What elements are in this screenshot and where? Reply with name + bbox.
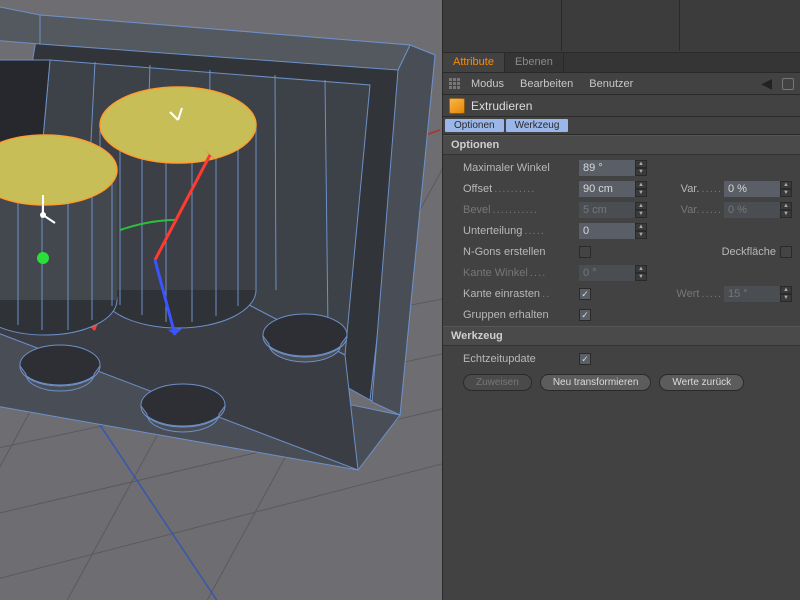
label-max-winkel: Maximaler Winkel xyxy=(463,162,575,174)
spinner-unterteilung[interactable]: ▲▼ xyxy=(635,223,647,239)
tool-header: Extrudieren xyxy=(443,95,800,117)
input-wert xyxy=(724,286,780,302)
row-max-winkel: Maximaler Winkel ▲▼ xyxy=(463,159,792,177)
spinner-kante-winkel: ▲▼ xyxy=(635,265,647,281)
checkbox-kante-einrasten[interactable]: ✓ xyxy=(579,288,591,300)
drag-handle-icon[interactable] xyxy=(449,78,461,90)
subtab-optionen[interactable]: Optionen xyxy=(445,119,504,132)
label-offset-var: Var. . . . . . xyxy=(681,183,720,195)
button-neu-transformieren[interactable]: Neu transformieren xyxy=(540,374,652,391)
checkbox-ngons[interactable] xyxy=(579,246,591,258)
subtabs: Optionen Werkzeug xyxy=(443,117,800,135)
lock-icon[interactable] xyxy=(782,78,794,90)
row-echtzeit: Echtzeitupdate ✓ xyxy=(463,350,792,368)
tab-attribute[interactable]: Attribute xyxy=(443,53,505,72)
panel-menubar: Modus Bearbeiten Benutzer ◀ xyxy=(443,73,800,95)
button-zuweisen[interactable]: Zuweisen xyxy=(463,374,532,391)
menu-bearbeiten[interactable]: Bearbeiten xyxy=(514,78,579,90)
row-offset: Offset . . . . . . . . . . ▲▼ Var. . . .… xyxy=(463,180,792,198)
input-kante-winkel xyxy=(579,265,635,281)
cylinder-left xyxy=(0,135,117,335)
tab-ebenen[interactable]: Ebenen xyxy=(505,53,564,72)
input-bevel-var xyxy=(724,202,780,218)
viewport-3d[interactable] xyxy=(0,0,442,600)
label-bevel: Bevel . . . . . . . . . . . xyxy=(463,204,575,216)
label-deckflaeche: Deckfläche xyxy=(722,246,776,258)
spinner-offset[interactable]: ▲▼ xyxy=(635,181,647,197)
checkbox-echtzeit[interactable]: ✓ xyxy=(579,353,591,365)
input-bevel xyxy=(579,202,635,218)
input-max-winkel[interactable] xyxy=(579,160,635,176)
input-offset-var[interactable] xyxy=(724,181,780,197)
row-ngons: N-Gons erstellen Deckfläche xyxy=(463,243,792,261)
panel-top-slots xyxy=(443,0,800,53)
label-wert: Wert . . . . . xyxy=(676,288,720,300)
extrude-tool-icon xyxy=(449,98,465,114)
label-ngons: N-Gons erstellen xyxy=(463,246,575,258)
input-unterteilung[interactable] xyxy=(579,223,635,239)
label-unterteilung: Unterteilung . . . . . xyxy=(463,225,575,237)
label-kante-einrasten: Kante einrasten . . xyxy=(463,288,575,300)
spinner-bevel: ▲▼ xyxy=(635,202,647,218)
spinner-max-winkel[interactable]: ▲▼ xyxy=(635,160,647,176)
menu-benutzer[interactable]: Benutzer xyxy=(583,78,639,90)
checkbox-deckflaeche[interactable] xyxy=(780,246,792,258)
row-bevel: Bevel . . . . . . . . . . . ▲▼ Var. . . … xyxy=(463,201,792,219)
row-unterteilung: Unterteilung . . . . . ▲▼ xyxy=(463,222,792,240)
label-gruppen: Gruppen erhalten xyxy=(463,309,575,321)
row-kante-einrasten: Kante einrasten . . ✓ Wert . . . . . ▲▼ xyxy=(463,285,792,303)
section-optionen: Optionen xyxy=(443,135,800,155)
label-bevel-var: Var. . . . . . xyxy=(681,204,720,216)
button-werte-zurueck[interactable]: Werte zurück xyxy=(659,374,744,391)
spinner-bevel-var: ▲▼ xyxy=(780,202,792,218)
subtab-werkzeug[interactable]: Werkzeug xyxy=(506,119,569,132)
label-kante-winkel: Kante Winkel . . . . xyxy=(463,267,575,279)
spinner-wert: ▲▼ xyxy=(780,286,792,302)
input-offset[interactable] xyxy=(579,181,635,197)
label-echtzeit: Echtzeitupdate xyxy=(463,353,575,365)
row-gruppen: Gruppen erhalten ✓ xyxy=(463,306,792,324)
section-werkzeug: Werkzeug xyxy=(443,326,800,346)
attribute-panel: Attribute Ebenen Modus Bearbeiten Benutz… xyxy=(442,0,800,600)
menu-modus[interactable]: Modus xyxy=(465,78,510,90)
row-kante-winkel: Kante Winkel . . . . ▲▼ xyxy=(463,264,792,282)
spinner-offset-var[interactable]: ▲▼ xyxy=(780,181,792,197)
werkzeug-buttons: Zuweisen Neu transformieren Werte zurück xyxy=(443,370,800,395)
tool-name: Extrudieren xyxy=(471,99,532,113)
panel-tabs: Attribute Ebenen xyxy=(443,53,800,73)
checkbox-gruppen[interactable]: ✓ xyxy=(579,309,591,321)
cylinder-right xyxy=(100,87,256,328)
label-offset: Offset . . . . . . . . . . xyxy=(463,183,575,195)
nav-back-icon[interactable]: ◀ xyxy=(761,75,778,92)
